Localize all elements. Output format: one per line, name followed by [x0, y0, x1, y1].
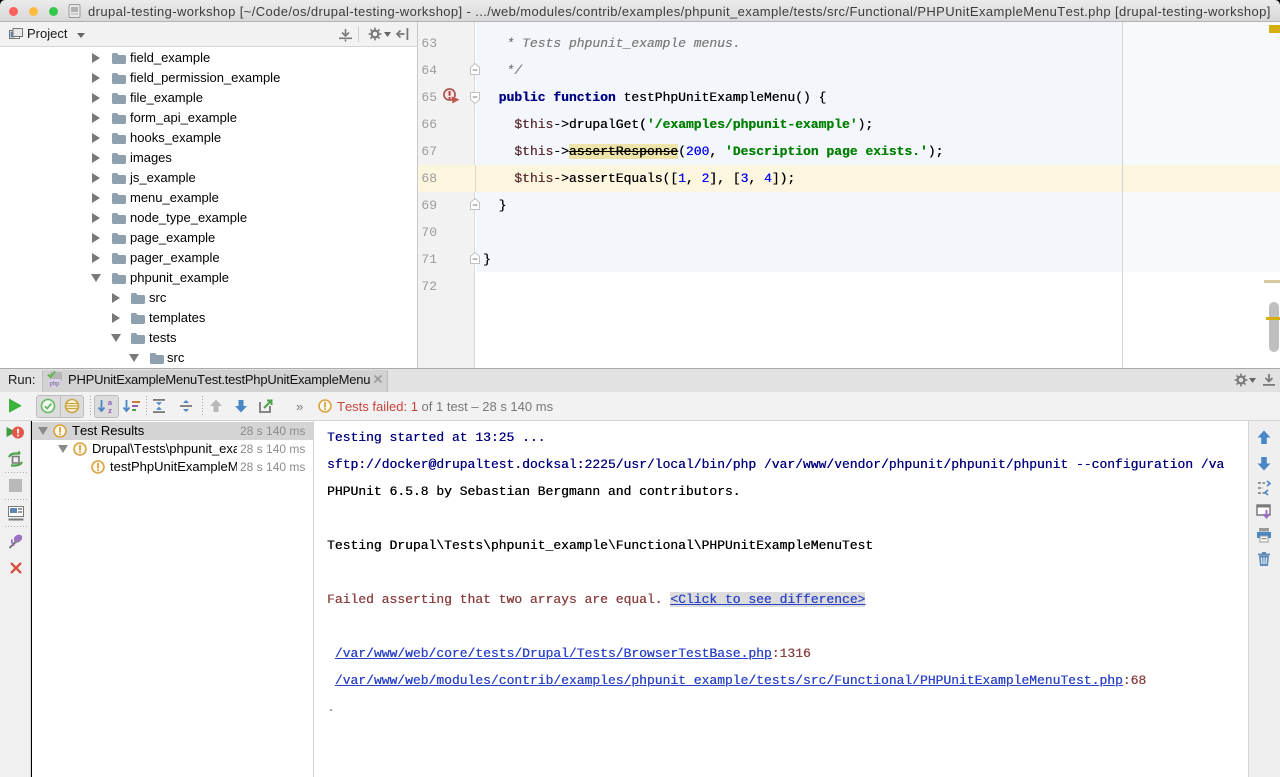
- svg-text:php: php: [49, 382, 60, 388]
- svg-text:z: z: [108, 406, 112, 415]
